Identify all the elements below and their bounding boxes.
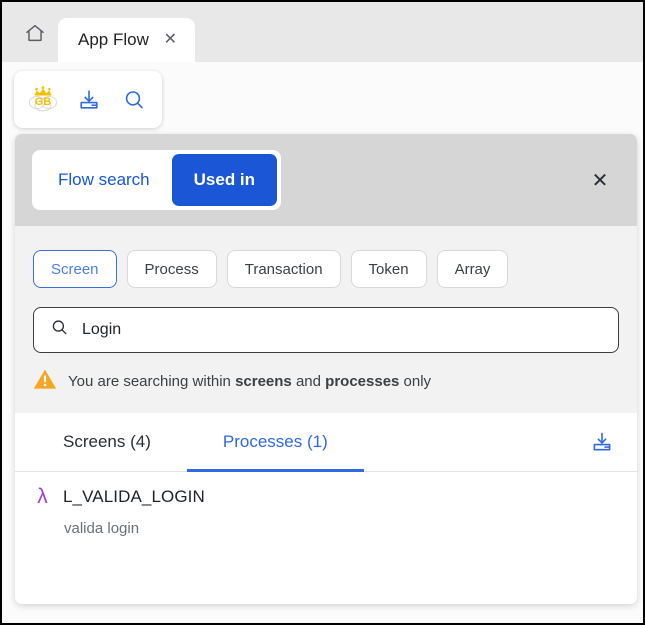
tab-screens[interactable]: Screens (4) [27, 413, 187, 471]
browser-tab-title: App Flow [78, 30, 149, 50]
home-button[interactable] [12, 10, 58, 60]
svg-text:GB: GB [35, 96, 52, 108]
results-tabs: Screens (4) Processes (1) [15, 413, 637, 472]
result-item-header: λ L_VALIDA_LOGIN [33, 486, 619, 507]
search-icon[interactable] [118, 83, 149, 117]
search-input[interactable]: Login [82, 321, 121, 339]
results-section: Screens (4) Processes (1) [15, 413, 637, 604]
close-icon[interactable]: ✕ [162, 32, 179, 49]
chip-transaction[interactable]: Transaction [227, 250, 341, 288]
tab-used-in[interactable]: Used in [172, 154, 277, 206]
list-item[interactable]: λ L_VALIDA_LOGIN valida login [15, 486, 637, 537]
notice-suffix: only [399, 373, 431, 390]
result-list: λ L_VALIDA_LOGIN valida login [15, 472, 637, 604]
browser-tab-strip: App Flow ✕ [2, 2, 643, 62]
panel-header: Flow search Used in ✕ [15, 134, 637, 226]
notice-text: You are searching within screens and pro… [68, 373, 431, 390]
app-window: App Flow ✕ GB [0, 0, 645, 625]
panel-close-button[interactable]: ✕ [589, 169, 611, 191]
export-download-icon[interactable] [589, 429, 615, 455]
used-in-panel: Flow search Used in ✕ Screen Process Tra… [15, 134, 637, 604]
panel-body: Screen Process Transaction Token Array L… [15, 226, 637, 413]
chip-token[interactable]: Token [351, 250, 427, 288]
mode-segmented-control: Flow search Used in [32, 150, 281, 210]
chip-process[interactable]: Process [127, 250, 217, 288]
result-item-subtitle: valida login [64, 520, 619, 537]
gb-crown-logo-icon[interactable]: GB [27, 83, 59, 117]
type-filter-chips: Screen Process Transaction Token Array [33, 250, 619, 288]
chip-screen[interactable]: Screen [33, 250, 117, 288]
result-item-title: L_VALIDA_LOGIN [63, 487, 205, 507]
notice-prefix: You are searching within [68, 373, 235, 390]
tab-processes[interactable]: Processes (1) [187, 413, 364, 471]
home-icon [24, 22, 46, 49]
notice-bold-processes: processes [325, 373, 399, 390]
tab-flow-search[interactable]: Flow search [36, 154, 172, 206]
lambda-icon: λ [33, 486, 52, 507]
notice-bold-screens: screens [235, 373, 292, 390]
search-field[interactable]: Login [33, 307, 619, 353]
search-scope-notice: You are searching within screens and pro… [33, 368, 619, 413]
warning-triangle-icon [33, 368, 57, 395]
floating-toolbar: GB [14, 71, 162, 128]
search-icon [50, 318, 69, 342]
page-canvas: GB Flow sea [2, 62, 643, 623]
browser-tab-app-flow[interactable]: App Flow ✕ [58, 18, 195, 62]
chip-array[interactable]: Array [437, 250, 509, 288]
notice-middle: and [292, 373, 325, 390]
download-icon[interactable] [73, 83, 104, 117]
